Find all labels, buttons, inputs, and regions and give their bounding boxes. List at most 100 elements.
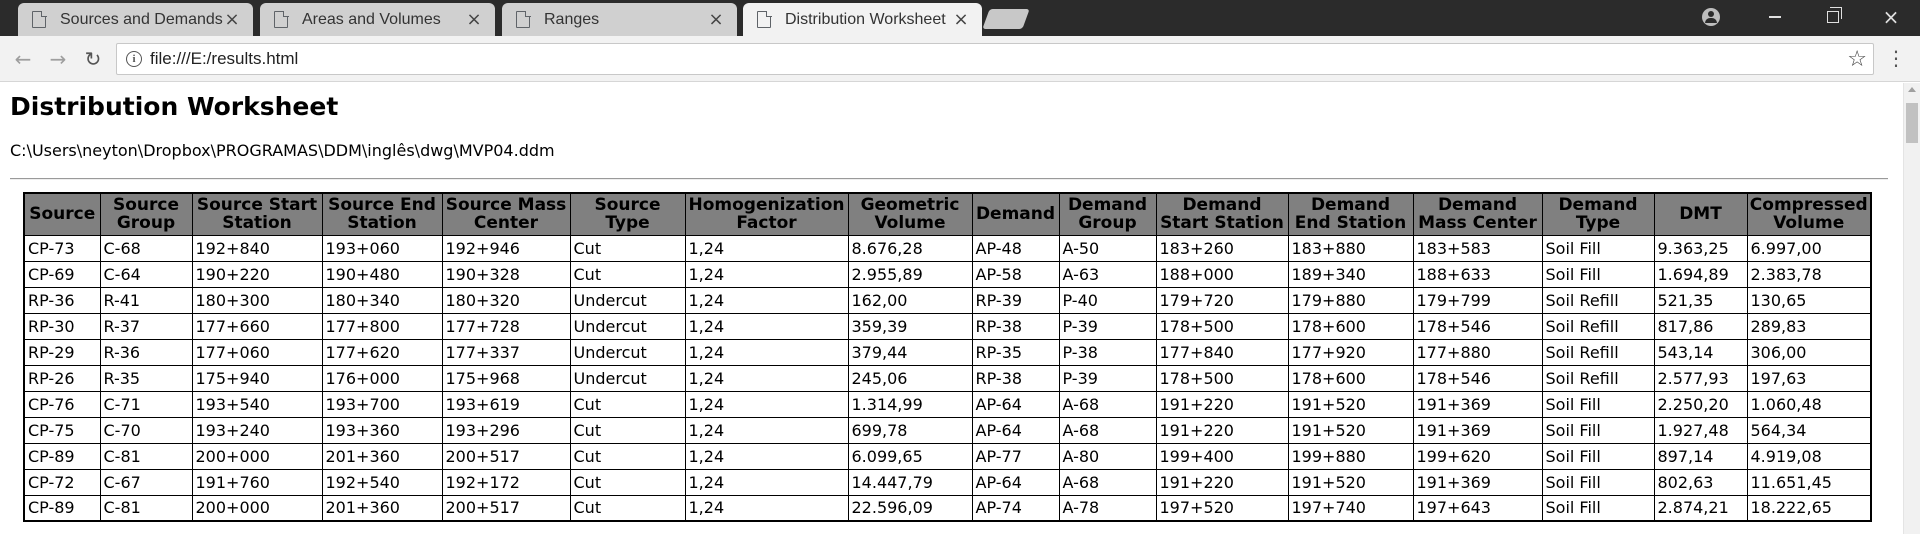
table-cell: R-37 <box>99 312 193 340</box>
vertical-scrollbar[interactable] <box>1903 83 1920 534</box>
tab-ranges[interactable]: Ranges × <box>502 3 737 36</box>
table-cell: 245,06 <box>847 364 973 392</box>
back-button[interactable]: ← <box>10 46 36 72</box>
table-cell: 175+968 <box>441 364 571 392</box>
table-cell: 193+296 <box>441 416 571 444</box>
table-cell: 1,24 <box>684 390 849 418</box>
table-cell: Undercut <box>569 286 686 314</box>
table-cell: 183+880 <box>1287 234 1414 262</box>
table-row: CP-69 C-64 190+220 190+480 190+328 Cut 1,24 2.9… <box>23 260 1872 288</box>
forward-button[interactable]: → <box>45 46 71 72</box>
table-cell: A-68 <box>1058 468 1157 496</box>
table-cell: RP-35 <box>971 338 1060 366</box>
browser-toolbar: ← → ↻ i file:///E:/results.html ☆ ⋮ <box>0 36 1920 82</box>
table-cell: 162,00 <box>847 286 973 314</box>
table-cell: Cut <box>569 416 686 444</box>
table-cell: RP-39 <box>971 286 1060 314</box>
table-cell: 176+000 <box>321 364 443 392</box>
menu-icon[interactable]: ⋮ <box>1886 48 1906 68</box>
table-cell: 193+360 <box>321 416 443 444</box>
table-row: CP-75 C-70 193+240 193+360 193+296 Cut 1,24 699… <box>23 416 1872 444</box>
close-icon[interactable]: × <box>707 9 725 30</box>
tab-areas-and-volumes[interactable]: Areas and Volumes × <box>260 3 495 36</box>
table-row: CP-72 C-67 191+760 192+540 192+172 Cut 1,24 14.… <box>23 468 1872 496</box>
table-cell: 1.314,99 <box>847 390 973 418</box>
table-cell: 699,78 <box>847 416 973 444</box>
table-cell: C-70 <box>99 416 193 444</box>
table-cell: AP-64 <box>971 416 1060 444</box>
table-cell: Soil Fill <box>1541 442 1655 470</box>
minimize-button[interactable] <box>1746 0 1804 34</box>
table-cell: 177+060 <box>191 338 323 366</box>
scroll-up-icon[interactable] <box>1908 87 1916 92</box>
table-cell: 193+540 <box>191 390 323 418</box>
info-icon[interactable]: i <box>126 51 142 67</box>
table-cell: 190+220 <box>191 260 323 288</box>
column-header: Homogenization Factor <box>684 192 849 236</box>
table-cell: C-71 <box>99 390 193 418</box>
tab-title: Areas and Volumes <box>302 10 441 28</box>
tab-sources-and-demands[interactable]: Sources and Demands × <box>18 3 253 36</box>
table-cell: 192+540 <box>321 468 443 496</box>
table-cell: CP-89 <box>23 494 101 522</box>
column-header: Source Type <box>569 192 686 236</box>
back-icon: ← <box>14 47 32 71</box>
table-row: RP-26 R-35 175+940 176+000 175+968 Undercut 1,… <box>23 364 1872 392</box>
table-cell: Soil Refill <box>1541 286 1655 314</box>
close-icon[interactable]: × <box>952 9 970 30</box>
table-cell: A-80 <box>1058 442 1157 470</box>
table-cell: 18.222,65 <box>1746 494 1872 522</box>
table-row: CP-89 C-81 200+000 201+360 200+517 Cut 1,24 22.… <box>23 494 1872 522</box>
table-cell: C-67 <box>99 468 193 496</box>
table-cell: CP-89 <box>23 442 101 470</box>
table-cell: 199+400 <box>1155 442 1289 470</box>
column-header: Source Mass Center <box>441 192 571 236</box>
column-header: Source Group <box>99 192 193 236</box>
table-cell: 180+340 <box>321 286 443 314</box>
table-cell: 193+060 <box>321 234 443 262</box>
maximize-button[interactable] <box>1804 0 1862 34</box>
url-text[interactable]: file:///E:/results.html <box>150 49 1847 69</box>
table-cell: 177+728 <box>441 312 571 340</box>
table-cell: 199+880 <box>1287 442 1414 470</box>
table-cell: C-81 <box>99 442 193 470</box>
close-icon[interactable]: × <box>465 9 483 30</box>
table-cell: RP-30 <box>23 312 101 340</box>
table-cell: RP-38 <box>971 312 1060 340</box>
table-cell: RP-38 <box>971 364 1060 392</box>
address-bar[interactable]: i file:///E:/results.html ☆ <box>116 43 1874 75</box>
table-cell: 191+369 <box>1412 416 1543 444</box>
table-cell: AP-64 <box>971 390 1060 418</box>
table-cell: 817,86 <box>1653 312 1748 340</box>
tab-title: Ranges <box>544 10 600 28</box>
table-cell: 177+920 <box>1287 338 1414 366</box>
close-window-icon: × <box>1882 5 1900 29</box>
table-cell: Cut <box>569 260 686 288</box>
table-cell: 190+480 <box>321 260 443 288</box>
table-cell: 178+600 <box>1287 364 1414 392</box>
tab-title: Sources and Demands <box>60 10 223 28</box>
table-cell: 191+369 <box>1412 390 1543 418</box>
table-cell: A-68 <box>1058 390 1157 418</box>
close-icon[interactable]: × <box>223 9 241 30</box>
table-cell: 897,14 <box>1653 442 1748 470</box>
table-cell: 200+517 <box>441 442 571 470</box>
table-cell: 179+799 <box>1412 286 1543 314</box>
table-cell: 178+500 <box>1155 364 1289 392</box>
scroll-thumb[interactable] <box>1906 103 1918 143</box>
table-cell: 543,14 <box>1653 338 1748 366</box>
column-header: Source End Station <box>321 192 443 236</box>
table-cell: 1.060,48 <box>1746 390 1872 418</box>
tab-distribution-worksheet[interactable]: Distribution Worksheet × <box>743 3 982 36</box>
forward-icon: → <box>49 47 67 71</box>
table-cell: Soil Fill <box>1541 390 1655 418</box>
table-cell: 1,24 <box>684 312 849 340</box>
close-window-button[interactable]: × <box>1862 0 1920 34</box>
new-tab-button[interactable] <box>982 9 1030 29</box>
table-cell: 197,63 <box>1746 364 1872 392</box>
star-icon[interactable]: ☆ <box>1847 47 1867 72</box>
table-cell: 1,24 <box>684 260 849 288</box>
reload-button[interactable]: ↻ <box>80 46 106 72</box>
profile-button[interactable] <box>1676 0 1746 34</box>
table-cell: 180+320 <box>441 286 571 314</box>
